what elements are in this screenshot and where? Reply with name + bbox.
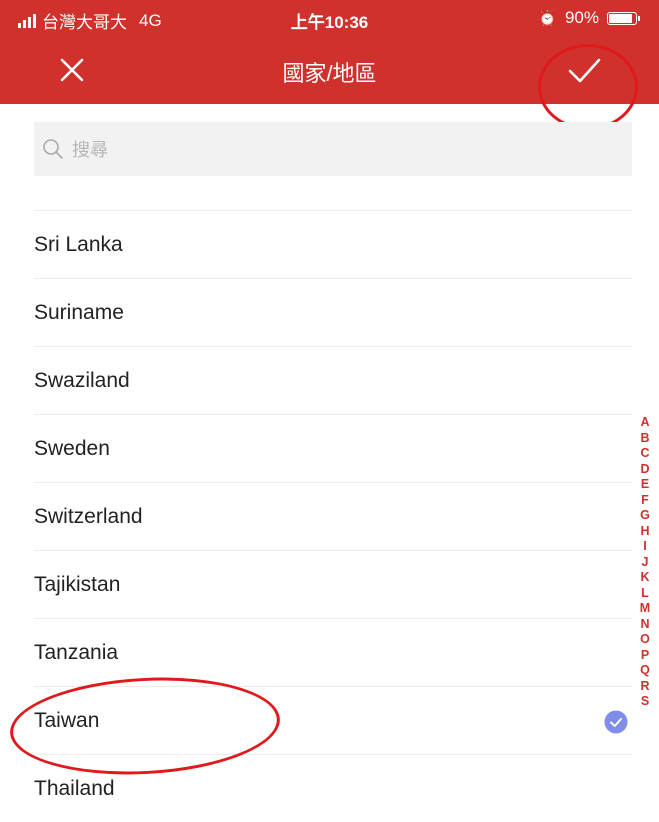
page-title: 國家/地區 xyxy=(282,61,377,86)
index-letter-i[interactable]: I xyxy=(636,539,654,555)
country-row[interactable]: Sweden xyxy=(34,414,632,482)
checkmark-icon xyxy=(568,58,601,83)
index-letter-c[interactable]: C xyxy=(636,446,654,462)
alarm-icon: ⏰ xyxy=(538,10,557,27)
country-row[interactable]: Tajikistan xyxy=(34,550,632,618)
battery-icon xyxy=(607,11,640,25)
index-letter-g[interactable]: G xyxy=(636,508,654,524)
index-letter-j[interactable]: J xyxy=(636,555,654,571)
country-name: Switzerland xyxy=(34,505,143,528)
country-name: Sri Lanka xyxy=(34,233,123,256)
nav-bar: 國家/地區 xyxy=(0,36,659,104)
index-letter-h[interactable]: H xyxy=(636,524,654,540)
country-row[interactable]: Suriname xyxy=(34,278,632,346)
status-right: ⏰ 90% xyxy=(538,8,640,28)
country-name: Thailand xyxy=(34,777,115,800)
battery-fill xyxy=(609,13,633,23)
selected-check-icon xyxy=(604,710,628,734)
index-letter-m[interactable]: M xyxy=(636,601,654,617)
index-letter-b[interactable]: B xyxy=(636,431,654,447)
index-letter-e[interactable]: E xyxy=(636,477,654,493)
country-row[interactable]: Tanzania xyxy=(34,618,632,686)
country-name: Taiwan xyxy=(34,709,100,732)
index-letter-q[interactable]: Q xyxy=(636,663,654,679)
index-letter-k[interactable]: K xyxy=(636,570,654,586)
index-letter-s[interactable]: S xyxy=(636,694,654,710)
country-row[interactable]: Swaziland xyxy=(34,346,632,414)
country-name: Tanzania xyxy=(34,641,119,664)
country-list: Sri Lanka Suriname Swaziland Sweden Switzerl… xyxy=(34,210,632,822)
country-name: Suriname xyxy=(34,301,124,324)
index-letter-l[interactable]: L xyxy=(636,586,654,602)
country-row[interactable]: Sri Lanka xyxy=(34,210,632,278)
status-bar: 台灣大哥大 4G 上午10:36 ⏰ 90% xyxy=(0,0,659,36)
country-row[interactable]: Thailand xyxy=(34,754,632,822)
index-letter-d[interactable]: D xyxy=(636,462,654,478)
country-row[interactable]: Switzerland xyxy=(34,482,632,550)
close-button[interactable] xyxy=(54,52,90,88)
country-name: Tajikistan xyxy=(34,573,121,596)
country-name: Swaziland xyxy=(34,369,130,392)
index-letter-n[interactable]: N xyxy=(636,617,654,633)
search-bar xyxy=(34,122,632,178)
search-icon xyxy=(43,139,63,159)
close-icon xyxy=(60,58,84,82)
search-input[interactable] xyxy=(70,122,624,178)
alphabet-index: ABCDEFGHIJKLMNOPQRS xyxy=(636,415,654,710)
index-letter-r[interactable]: R xyxy=(636,679,654,695)
country-name: Sweden xyxy=(34,437,110,460)
country-row[interactable]: Taiwan xyxy=(34,686,632,754)
index-letter-f[interactable]: F xyxy=(636,493,654,509)
index-letter-p[interactable]: P xyxy=(636,648,654,664)
index-letter-a[interactable]: A xyxy=(636,415,654,431)
battery-percent: 90% xyxy=(564,8,599,27)
index-letter-o[interactable]: O xyxy=(636,632,654,648)
confirm-button[interactable] xyxy=(564,52,604,88)
